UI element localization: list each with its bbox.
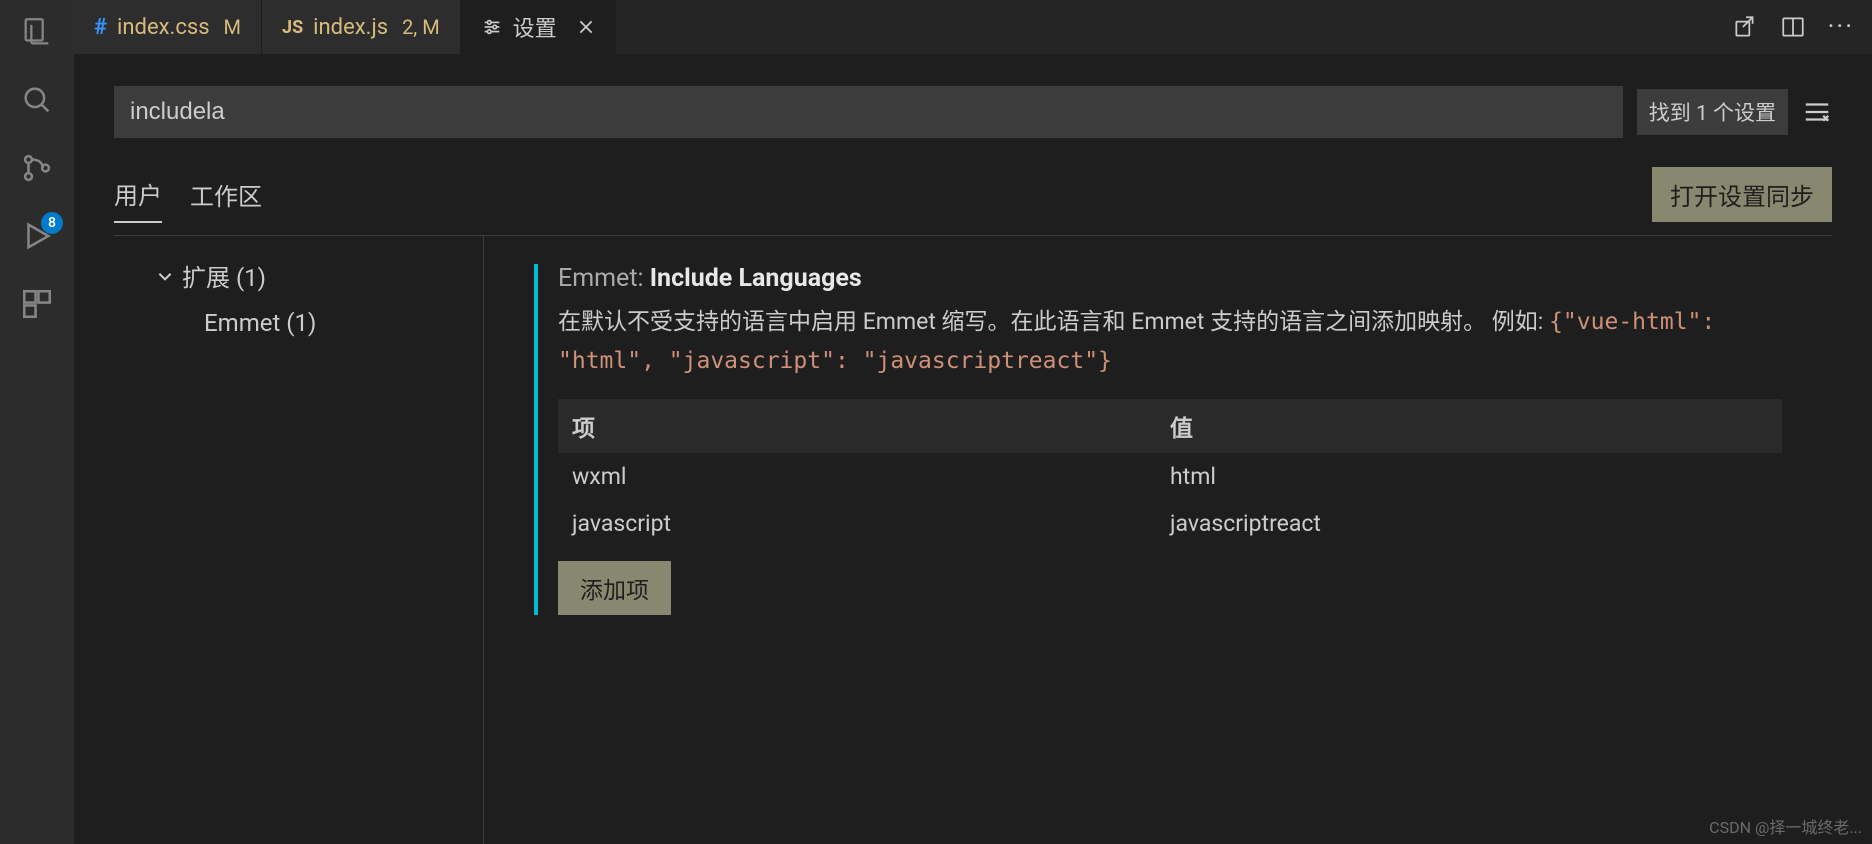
open-file-icon[interactable] [1732,14,1758,40]
settings-main: Emmet: Include Languages 在默认不受支持的语言中启用 E… [484,236,1832,844]
table-row[interactable]: wxml html [558,453,1782,500]
extensions-icon[interactable] [17,284,57,324]
kv-val: javascriptreact [1170,510,1768,537]
setting-title-prefix: Emmet: [558,264,650,293]
setting-title-name: Include Languages [650,264,862,293]
tab-settings[interactable]: 设置 [461,0,616,54]
setting-description: 在默认不受支持的语言中启用 Emmet 缩写。在此语言和 Emmet 支持的语言… [558,303,1782,381]
tab-label: 设置 [513,11,557,43]
table-row[interactable]: javascript javascriptreact [558,500,1782,547]
settings-sync-button[interactable]: 打开设置同步 [1652,167,1832,222]
setting-desc-text: 在默认不受支持的语言中启用 Emmet 缩写。在此语言和 Emmet 支持的语言… [558,308,1549,335]
kv-val: html [1170,463,1768,490]
source-control-icon[interactable] [17,148,57,188]
explorer-icon[interactable] [17,12,57,52]
close-icon[interactable] [577,18,595,36]
scope-workspace-tab[interactable]: 工作区 [190,167,262,222]
kv-head: 项 值 [558,399,1782,453]
settings-scope-row: 用户 工作区 打开设置同步 [114,166,1832,223]
tree-item-extensions[interactable]: 扩展 (1) [114,250,483,301]
kv-table: 项 值 wxml html javascript javascriptreact [558,399,1782,547]
watermark: CSDN @择一城终老... [1709,814,1862,838]
tab-modified-indicator: 2, M [402,15,440,39]
found-count-badge: 找到 1 个设置 [1637,89,1788,135]
kv-key: wxml [572,463,1170,490]
add-item-button[interactable]: 添加项 [558,561,671,615]
tab-label: index.css [117,15,210,40]
setting-emmet-include-languages: Emmet: Include Languages 在默认不受支持的语言中启用 E… [534,264,1782,615]
tab-index-css[interactable]: # index.css M [74,0,262,54]
css-file-icon: # [94,15,107,40]
chevron-down-icon [156,267,174,285]
kv-col-val: 值 [1170,409,1768,443]
tab-label: index.js [313,15,388,40]
setting-title: Emmet: Include Languages [558,264,1782,293]
settings-search-input[interactable] [114,86,1623,138]
tab-modified-indicator: M [224,15,241,39]
tab-bar: # index.css M JS index.js 2, M 设置 ·· [74,0,1872,54]
scm-badge: 8 [41,212,63,234]
scope-user-tab[interactable]: 用户 [114,166,162,223]
split-editor-icon[interactable] [1780,14,1806,40]
tree-label: Emmet (1) [204,309,316,337]
tree-label: 扩展 (1) [182,258,266,293]
more-actions-icon[interactable]: ··· [1828,12,1854,42]
tab-index-js[interactable]: JS index.js 2, M [262,0,461,54]
kv-key: javascript [572,510,1170,537]
settings-tree: 扩展 (1) Emmet (1) [114,236,484,844]
tab-actions: ··· [1732,0,1872,54]
kv-col-key: 项 [572,409,1170,443]
search-icon[interactable] [17,80,57,120]
activity-bar: 8 [0,0,74,844]
settings-body: 扩展 (1) Emmet (1) Emmet: Include Language… [114,235,1832,844]
settings-content: 找到 1 个设置 用户 工作区 打开设置同步 扩展 (1) Emmet (1) [74,54,1872,844]
tree-item-emmet[interactable]: Emmet (1) [114,301,483,345]
main-column: # index.css M JS index.js 2, M 设置 ·· [74,0,1872,844]
js-file-icon: JS [282,17,303,38]
settings-tab-icon [481,16,503,38]
filter-icon[interactable] [1802,97,1832,127]
settings-search-row: 找到 1 个设置 [114,86,1832,138]
